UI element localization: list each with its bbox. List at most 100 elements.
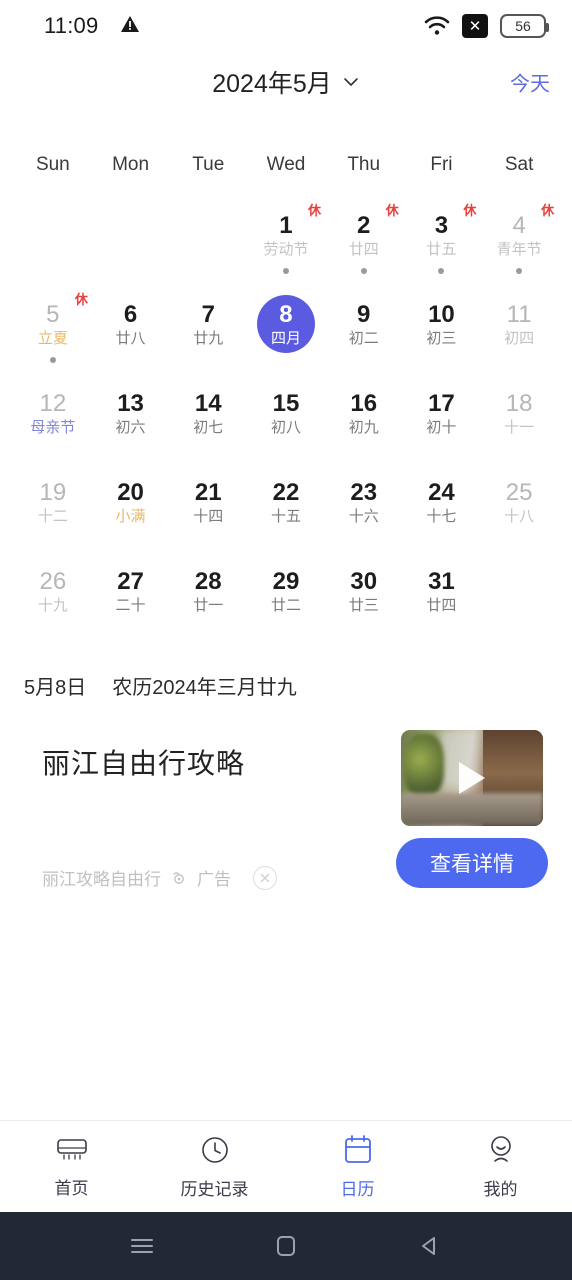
day-marker: 15 初八 xyxy=(257,384,315,442)
weekday-label: Tue xyxy=(192,154,225,175)
calendar-day-cell[interactable]: 11 初四 xyxy=(480,289,558,378)
day-number: 9 xyxy=(357,301,371,329)
calendar-day-cell[interactable]: 6 廿八 xyxy=(92,289,170,378)
calendar-day-cell[interactable]: 12 母亲节 xyxy=(14,378,92,467)
calendar-day-cell[interactable]: 21 十四 xyxy=(169,467,247,556)
day-number: 5 xyxy=(46,301,60,329)
menu-lines-icon[interactable] xyxy=(125,1229,159,1263)
tab-profile[interactable]: 我的 xyxy=(429,1134,572,1200)
day-number: 12 xyxy=(39,390,67,418)
day-number: 3 xyxy=(434,212,449,240)
tab-history[interactable]: 历史记录 xyxy=(143,1134,286,1200)
home-square-icon[interactable] xyxy=(269,1229,303,1263)
calendar-day-cell[interactable]: 14 初七 xyxy=(169,378,247,467)
day-marker: 1 劳动节 休 xyxy=(257,204,321,264)
calendar-week-row: 26 十九 27 二十 28 廿一 29 廿二 30 廿三 31 廿四 xyxy=(14,556,558,645)
calendar-day-cell[interactable]: 19 十二 xyxy=(14,467,92,556)
wifi-icon xyxy=(424,15,450,37)
calendar-day-cell[interactable]: 24 十七 xyxy=(403,467,481,556)
chevron-down-icon xyxy=(342,73,360,91)
month-title: 2024年5月 xyxy=(212,70,332,98)
day-number: 29 xyxy=(272,568,300,596)
calendar-day-cell[interactable]: 20 小满 xyxy=(92,467,170,556)
day-number: 18 xyxy=(505,390,533,418)
day-lunar-label: 十九 xyxy=(37,596,68,614)
rest-day-badge: 休 xyxy=(307,203,321,218)
tab-calendar[interactable]: 日历 xyxy=(286,1134,429,1200)
calendar-day-cell[interactable]: 10 初三 xyxy=(403,289,481,378)
day-marker: 31 廿四 xyxy=(412,562,470,620)
calendar-day-cell[interactable]: 7 廿九 xyxy=(169,289,247,378)
calendar-day-cell[interactable]: 9 初二 xyxy=(325,289,403,378)
calendar-grid: Sun Mon Tue Wed Thu Fri Sat 1 劳动节休 2 廿四休 3 廿五… xyxy=(0,112,572,645)
calendar-day-cell[interactable]: 2 廿四 休 xyxy=(325,200,403,289)
month-selector[interactable]: 2024年5月 xyxy=(212,64,360,100)
selected-day-marker: 8 四月 xyxy=(256,295,315,353)
weekday-label: Sat xyxy=(504,154,534,175)
event-dot xyxy=(438,268,445,274)
play-triangle-icon[interactable] xyxy=(459,762,485,794)
ad-video-thumbnail[interactable] xyxy=(401,730,543,826)
calendar-day-cell[interactable]: 13 初六 xyxy=(92,378,170,467)
day-number: 24 xyxy=(428,479,455,507)
weekday-label: Wed xyxy=(266,154,306,175)
calendar-empty-cell xyxy=(92,200,170,289)
today-button[interactable]: 今天 xyxy=(510,68,550,97)
battery-indicator: 56 xyxy=(500,14,549,38)
day-marker: 10 初三 xyxy=(412,295,470,353)
calendar-day-cell[interactable]: 15 初八 xyxy=(247,378,325,467)
weekday-header: Sun Mon Tue Wed Thu Fri Sat xyxy=(14,154,558,176)
day-lunar-label: 廿二 xyxy=(270,596,301,614)
day-lunar-label: 初八 xyxy=(270,418,301,436)
status-time: 11:09 xyxy=(44,13,99,38)
day-lunar-label: 初六 xyxy=(115,418,146,436)
calendar-day-cell[interactable]: 27 二十 xyxy=(92,556,170,645)
calendar-day-cell[interactable]: 1 劳动节 休 xyxy=(247,200,325,289)
calendar-header: 2024年5月 今天 xyxy=(0,52,572,112)
calendar-empty-cell xyxy=(14,200,92,289)
day-number: 15 xyxy=(272,390,300,418)
calendar-day-cell[interactable]: 5 立夏 休 xyxy=(14,289,92,378)
day-lunar-label: 十一 xyxy=(504,418,535,436)
day-number: 23 xyxy=(350,479,378,507)
ad-meta: 丽江攻略自由行 广告 xyxy=(42,865,277,890)
close-circle-icon[interactable] xyxy=(253,865,277,890)
selected-date-gregorian: 5月8日 xyxy=(24,677,87,699)
calendar-day-cell[interactable]: 26 十九 xyxy=(14,556,92,645)
day-lunar-label: 立夏 xyxy=(37,329,68,347)
day-marker: 3 廿五 休 xyxy=(412,204,476,264)
weekday-label: Fri xyxy=(430,154,453,175)
calendar-day-cell[interactable]: 4 青年节 休 xyxy=(480,200,558,289)
calendar-day-cell[interactable]: 3 廿五 休 xyxy=(403,200,481,289)
day-marker: 18 十一 xyxy=(490,384,548,442)
day-number: 22 xyxy=(272,479,300,507)
calendar-day-cell[interactable]: 25 十八 xyxy=(480,467,558,556)
calendar-day-cell[interactable]: 28 廿一 xyxy=(169,556,247,645)
thumb-street xyxy=(401,793,543,826)
day-marker: 21 十四 xyxy=(179,473,237,531)
ad-text-block: 丽江自由行攻略 丽江攻略自由行 广告 xyxy=(42,730,277,890)
calendar-day-cell[interactable]: 29 廿二 xyxy=(247,556,325,645)
back-triangle-icon[interactable] xyxy=(413,1229,447,1263)
day-number: 17 xyxy=(428,390,455,418)
day-lunar-label: 十五 xyxy=(270,507,301,525)
calendar-day-cell[interactable]: 17 初十 xyxy=(403,378,481,467)
calendar-day-cell[interactable]: 8 四月 xyxy=(247,289,325,378)
day-lunar-label: 廿五 xyxy=(426,240,457,258)
day-marker: 5 立夏 休 xyxy=(24,293,88,353)
tab-home[interactable]: 首页 xyxy=(0,1135,143,1199)
ad-cta-button[interactable]: 查看详情 xyxy=(396,838,548,888)
day-lunar-label: 初七 xyxy=(193,418,224,436)
day-number: 4 xyxy=(512,212,526,240)
day-marker: 4 青年节 休 xyxy=(490,204,555,264)
calendar-day-cell[interactable]: 30 廿三 xyxy=(325,556,403,645)
calendar-day-cell[interactable]: 22 十五 xyxy=(247,467,325,556)
calendar-day-cell[interactable]: 23 十六 xyxy=(325,467,403,556)
event-dot xyxy=(49,357,56,363)
day-number: 7 xyxy=(201,301,215,329)
day-number: 28 xyxy=(194,568,222,596)
calendar-day-cell[interactable]: 18 十一 xyxy=(480,378,558,467)
calendar-day-cell[interactable]: 31 廿四 xyxy=(403,556,481,645)
calendar-day-cell[interactable]: 16 初九 xyxy=(325,378,403,467)
ad-card[interactable]: 丽江自由行攻略 丽江攻略自由行 广告 查看详情 xyxy=(0,730,572,900)
